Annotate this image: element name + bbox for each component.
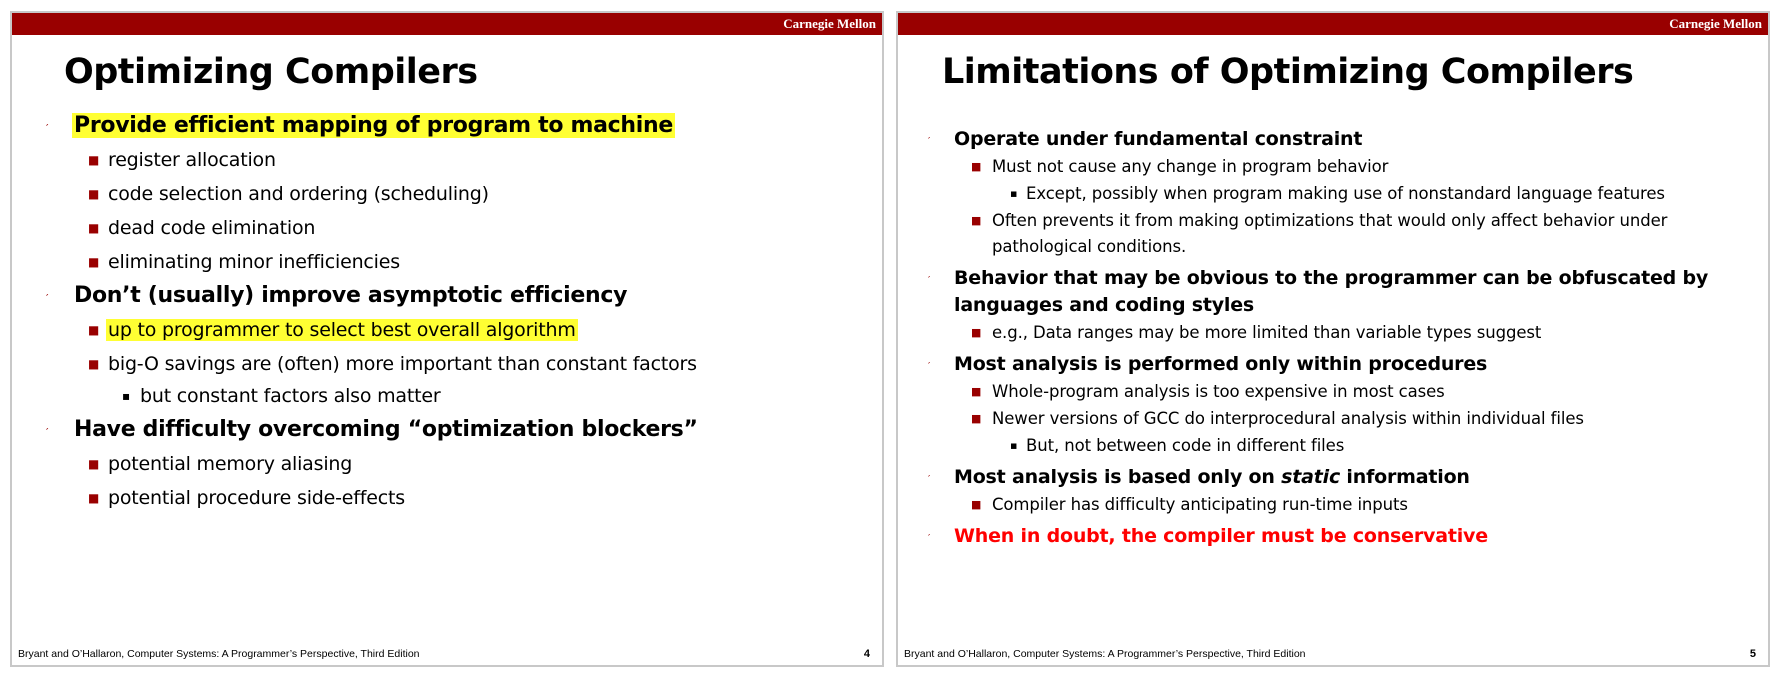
bullet-item-level-3: ▪ Except, possibly when program making us… xyxy=(898,181,1768,207)
bullet-text-before: Most analysis is based only on xyxy=(954,466,1282,488)
bullet-item-level-2: ■ Whole-program analysis is too expensive… xyxy=(898,379,1768,405)
small-square-bullet-icon: ▪ xyxy=(1010,187,1018,200)
bullet-text: Provide efficient mapping of program to … xyxy=(72,113,675,138)
square-bullet-icon: ■ xyxy=(88,357,100,371)
slide-footer: Bryant and O’Hallaron, Computer Systems:… xyxy=(904,648,1306,660)
page-number: 4 xyxy=(863,648,870,660)
bullet-marker-icon: ′ xyxy=(46,292,49,305)
square-bullet-icon: ■ xyxy=(971,412,982,425)
bullet-marker-icon: ′ xyxy=(928,533,931,544)
bullet-item-level-1: ′ When in doubt, the compiler must be con… xyxy=(898,523,1768,550)
bullet-text: But, not between code in different files xyxy=(1026,436,1345,455)
bullet-list: ′ Provide efficient mapping of program to… xyxy=(12,107,882,513)
bullet-marker-icon: ′ xyxy=(928,361,931,372)
bullet-item-level-2: ■ code selection and ordering (scheduling… xyxy=(12,179,882,209)
slide-footer: Bryant and O’Hallaron, Computer Systems:… xyxy=(18,648,420,660)
bullet-text: Often prevents it from making optimizati… xyxy=(992,211,1668,256)
bullet-text: code selection and ordering (scheduling) xyxy=(108,183,489,205)
bullet-item-level-2: ■ up to programmer to select best overall… xyxy=(12,315,882,345)
square-bullet-icon: ■ xyxy=(88,457,100,471)
bullet-text: eliminating minor inefficiencies xyxy=(108,251,400,273)
bullet-marker-icon: ′ xyxy=(928,474,931,485)
square-bullet-icon: ■ xyxy=(88,221,100,235)
bullet-item-level-1: ′ Don’t (usually) improve asymptotic effi… xyxy=(12,281,882,311)
bullet-text: Behavior that may be obvious to the prog… xyxy=(954,267,1709,316)
bullet-text: but constant factors also matter xyxy=(140,385,441,407)
bullet-item-level-1: ′ Operate under fundamental constraint xyxy=(898,126,1768,153)
square-bullet-icon: ■ xyxy=(971,498,982,511)
square-bullet-icon: ■ xyxy=(88,255,100,269)
small-square-bullet-icon: ▪ xyxy=(1010,439,1018,452)
bullet-marker-icon: ′ xyxy=(928,275,931,286)
bullet-text: potential memory aliasing xyxy=(108,453,353,475)
bullet-item-level-2: ■ Compiler has difficulty anticipating ru… xyxy=(898,492,1768,518)
bullet-item-level-3: ▪ but constant factors also matter xyxy=(12,381,882,411)
square-bullet-icon: ■ xyxy=(88,323,100,337)
bullet-text: Operate under fundamental constraint xyxy=(954,128,1363,150)
bullet-text: Must not cause any change in program beh… xyxy=(992,157,1389,176)
slide-title: Limitations of Optimizing Compilers xyxy=(942,52,1634,92)
bullet-marker-icon: ′ xyxy=(46,426,49,439)
slide-5: Carnegie Mellon Limitations of Optimizin… xyxy=(896,11,1770,667)
brand-bar: Carnegie Mellon xyxy=(12,13,882,35)
slide-4: Carnegie Mellon Optimizing Compilers ′ Pr… xyxy=(10,11,884,667)
bullet-item-level-2: ■ big-O savings are (often) more importan… xyxy=(12,349,882,379)
square-bullet-icon: ■ xyxy=(971,214,982,227)
bullet-text: big-O savings are (often) more important… xyxy=(108,353,697,375)
bullet-text: Don’t (usually) improve asymptotic effic… xyxy=(74,283,628,308)
bullet-marker-icon: ′ xyxy=(928,136,931,147)
small-square-bullet-icon: ▪ xyxy=(122,389,130,403)
square-bullet-icon: ■ xyxy=(88,187,100,201)
bullet-item-level-3: ▪ But, not between code in different file… xyxy=(898,433,1768,459)
bullet-text: Except, possibly when program making use… xyxy=(1026,184,1665,203)
bullet-item-level-1: ′ Behavior that may be obvious to the pro… xyxy=(898,265,1768,319)
square-bullet-icon: ■ xyxy=(88,491,100,505)
bullet-item-level-1: ′ Provide efficient mapping of program to… xyxy=(12,111,882,141)
bullet-text-italic: static xyxy=(1281,466,1341,488)
square-bullet-icon: ■ xyxy=(971,160,982,173)
bullet-text: Most analysis is performed only within p… xyxy=(954,353,1488,375)
bullet-text: Compiler has difficulty anticipating run… xyxy=(992,495,1408,514)
bullet-text: potential procedure side-effects xyxy=(108,487,405,509)
bullet-item-level-2: ■ Often prevents it from making optimizat… xyxy=(898,208,1768,260)
bullet-text-after: information xyxy=(1340,466,1470,488)
square-bullet-icon: ■ xyxy=(88,153,100,167)
brand-bar: Carnegie Mellon xyxy=(898,13,1768,35)
bullet-text: Whole-program analysis is too expensive … xyxy=(992,382,1445,401)
slide-title: Optimizing Compilers xyxy=(64,52,478,92)
page-number: 5 xyxy=(1749,648,1756,660)
bullet-text: register allocation xyxy=(108,149,276,171)
bullet-item-level-1: ′ Most analysis is based only on static i… xyxy=(898,464,1768,491)
bullet-item-level-2: ■ eliminating minor inefficiencies xyxy=(12,247,882,277)
bullet-text: e.g., Data ranges may be more limited th… xyxy=(992,323,1542,342)
brand-label: Carnegie Mellon xyxy=(783,16,876,31)
bullet-item-level-2: ■ e.g., Data ranges may be more limited t… xyxy=(898,320,1768,346)
bullet-text: dead code elimination xyxy=(108,217,316,239)
bullet-item-level-2: ■ register allocation xyxy=(12,145,882,175)
bullet-marker-icon: ′ xyxy=(46,122,49,135)
brand-label: Carnegie Mellon xyxy=(1669,16,1762,31)
square-bullet-icon: ■ xyxy=(971,385,982,398)
bullet-item-level-1: ′ Have difficulty overcoming “optimizatio… xyxy=(12,415,882,445)
bullet-text: Newer versions of GCC do interprocedural… xyxy=(992,409,1584,428)
bullet-text-warning: When in doubt, the compiler must be cons… xyxy=(954,525,1488,547)
square-bullet-icon: ■ xyxy=(971,326,982,339)
bullet-item-level-1: ′ Most analysis is performed only within … xyxy=(898,351,1768,378)
bullet-text: Have difficulty overcoming “optimization… xyxy=(74,417,698,442)
bullet-item-level-2: ■ potential procedure side-effects xyxy=(12,483,882,513)
bullet-text: up to programmer to select best overall … xyxy=(106,319,578,341)
bullet-item-level-2: ■ potential memory aliasing xyxy=(12,449,882,479)
bullet-item-level-2: ■ Newer versions of GCC do interprocedura… xyxy=(898,406,1768,432)
bullet-item-level-2: ■ Must not cause any change in program be… xyxy=(898,154,1768,180)
bullet-item-level-2: ■ dead code elimination xyxy=(12,213,882,243)
bullet-list: ′ Operate under fundamental constraint ■ M… xyxy=(898,121,1768,550)
